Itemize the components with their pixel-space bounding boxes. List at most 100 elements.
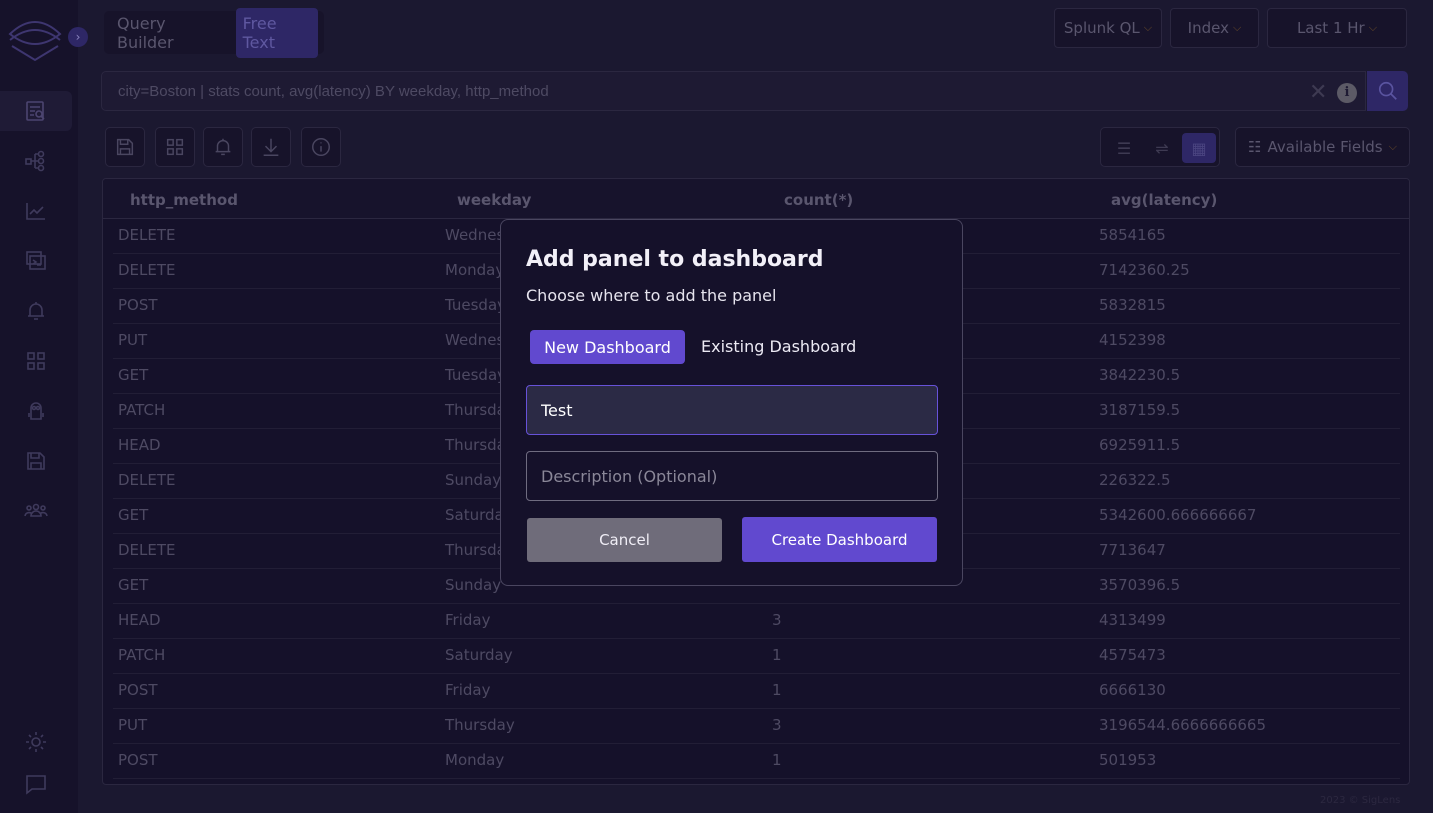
sidebar-item-grid[interactable]	[0, 341, 72, 381]
table-row[interactable]: PATCH Saturday 1 4575473	[113, 639, 1400, 674]
cell-avg-latency: 4152398	[1099, 331, 1166, 349]
cell-weekday: Monday	[445, 751, 505, 769]
sidebar-item-users[interactable]	[0, 491, 72, 531]
cell-avg-latency: 3570396.5	[1099, 576, 1181, 594]
new-dashboard-tab[interactable]: New Dashboard	[530, 330, 685, 364]
clear-query-icon[interactable]: ✕	[1309, 80, 1327, 105]
query-mode-tabs: Query Builder Free Text	[104, 7, 324, 58]
cell-http-method: GET	[118, 366, 149, 384]
cell-http-method: HEAD	[118, 611, 161, 629]
time-range-dropdown[interactable]: Last 1 Hr ⌵	[1267, 8, 1407, 48]
sidebar-item-dashboards[interactable]	[0, 241, 72, 281]
cancel-button[interactable]: Cancel	[527, 518, 722, 562]
sidebar-item-minion[interactable]	[0, 391, 72, 431]
sidebar: ›	[0, 0, 88, 813]
table-row[interactable]: POST Friday 1 6666130	[113, 674, 1400, 709]
cell-http-method: PATCH	[118, 401, 166, 419]
modal-subtitle: Choose where to add the panel	[526, 286, 777, 305]
minion-icon	[28, 402, 44, 420]
modal-title: Add panel to dashboard	[526, 247, 824, 272]
theme-sun-icon	[26, 732, 46, 752]
query-info-icon[interactable]: i	[1337, 83, 1357, 103]
column-header-http-method[interactable]: http_method	[130, 191, 238, 209]
sidebar-item-saved-queries[interactable]	[0, 441, 72, 481]
cell-avg-latency: 4575473	[1099, 646, 1166, 664]
tab-query-builder[interactable]: Query Builder	[110, 8, 230, 58]
cell-weekday: Saturda	[445, 506, 504, 524]
cell-http-method: DELETE	[118, 541, 176, 559]
create-alert-button[interactable]	[203, 127, 243, 167]
save-query-button[interactable]	[105, 127, 145, 167]
cell-avg-latency: 6666130	[1099, 681, 1166, 699]
wrap-lines-view-icon[interactable]: ⇌	[1145, 133, 1179, 163]
query-input[interactable]: city=Boston | stats count, avg(latency) …	[101, 71, 1366, 111]
siglens-logo[interactable]	[8, 14, 62, 66]
sidebar-item-alerts[interactable]	[0, 291, 72, 331]
copyright-footer: 2023 © SigLens	[1320, 795, 1401, 806]
dashboard-name-input[interactable]	[526, 385, 938, 435]
save-icon	[116, 138, 134, 156]
cell-weekday: Tuesday	[445, 296, 507, 314]
cell-http-method: POST	[118, 681, 158, 699]
cell-weekday: Tuesday	[445, 366, 507, 384]
cell-avg-latency: 226322.5	[1099, 471, 1171, 489]
cell-count: 1	[772, 681, 782, 699]
cell-avg-latency: 6925911.5	[1099, 436, 1181, 454]
table-view-icon[interactable]: ▦	[1182, 133, 1216, 163]
cell-avg-latency: 501953	[1099, 751, 1157, 769]
chevron-down-icon: ⌵	[1368, 21, 1378, 34]
query-text: city=Boston | stats count, avg(latency) …	[118, 82, 549, 100]
view-mode-toggle: ☰ ⇌ ▦	[1100, 127, 1220, 167]
cell-weekday: Friday	[445, 681, 491, 699]
column-header-weekday[interactable]: weekday	[457, 191, 531, 209]
expand-sidebar-button[interactable]: ›	[68, 27, 88, 47]
cell-avg-latency: 3196544.6666666665	[1099, 716, 1267, 734]
cell-weekday: Wednes	[445, 331, 505, 349]
add-panel-modal: Add panel to dashboard Choose where to a…	[500, 219, 963, 586]
download-button[interactable]	[251, 127, 291, 167]
feedback-button[interactable]	[0, 764, 72, 804]
fields-list-icon: ☷	[1248, 138, 1262, 156]
cell-count: 3	[772, 611, 782, 629]
index-dropdown[interactable]: Index ⌵	[1170, 8, 1259, 48]
create-dashboard-button[interactable]: Create Dashboard	[742, 517, 937, 562]
sidebar-item-metrics[interactable]	[0, 191, 72, 231]
dashboard-description-input[interactable]	[526, 451, 938, 501]
cell-weekday: Thursday	[445, 716, 515, 734]
query-language-label: Splunk QL	[1063, 19, 1140, 37]
cell-http-method: GET	[118, 506, 149, 524]
existing-dashboard-tab[interactable]: Existing Dashboard	[701, 337, 856, 356]
cell-weekday: Sunday	[445, 471, 502, 489]
table-header: http_method weekday count(*) avg(latency…	[103, 179, 1409, 219]
cell-http-method: DELETE	[118, 226, 176, 244]
cell-weekday: Wednes	[445, 226, 505, 244]
table-row[interactable]: POST Monday 1 501953	[113, 744, 1400, 779]
grid-icon	[166, 138, 184, 156]
cell-avg-latency: 3842230.5	[1099, 366, 1181, 384]
cell-avg-latency: 5854165	[1099, 226, 1166, 244]
table-row[interactable]: HEAD Friday 3 4313499	[113, 604, 1400, 639]
info-button[interactable]	[301, 127, 341, 167]
single-line-view-icon[interactable]: ☰	[1107, 133, 1141, 163]
cell-avg-latency: 3187159.5	[1099, 401, 1181, 419]
query-language-dropdown[interactable]: Splunk QL ⌵	[1054, 8, 1162, 48]
cell-http-method: DELETE	[118, 261, 176, 279]
sidebar-item-service-map[interactable]	[0, 141, 72, 181]
column-header-avg-latency[interactable]: avg(latency)	[1111, 191, 1217, 209]
chevron-down-icon: ⌵	[1232, 21, 1242, 34]
cell-avg-latency: 7142360.25	[1099, 261, 1190, 279]
sidebar-item-search-logs[interactable]	[0, 91, 72, 131]
available-fields-dropdown[interactable]: ☷ Available Fields ⌵	[1235, 127, 1410, 167]
cell-weekday: Saturday	[445, 646, 513, 664]
search-button[interactable]	[1367, 71, 1408, 111]
tab-free-text[interactable]: Free Text	[235, 7, 318, 58]
service-map-icon	[25, 150, 45, 172]
cell-avg-latency: 5342600.666666667	[1099, 506, 1257, 524]
theme-toggle[interactable]	[0, 722, 72, 762]
column-header-count[interactable]: count(*)	[784, 191, 853, 209]
search-logs-icon	[26, 101, 45, 121]
add-to-dashboard-button[interactable]	[155, 127, 195, 167]
table-row[interactable]: PUT Thursday 3 3196544.6666666665	[113, 709, 1400, 744]
cell-avg-latency: 5832815	[1099, 296, 1166, 314]
search-icon	[1378, 81, 1397, 100]
